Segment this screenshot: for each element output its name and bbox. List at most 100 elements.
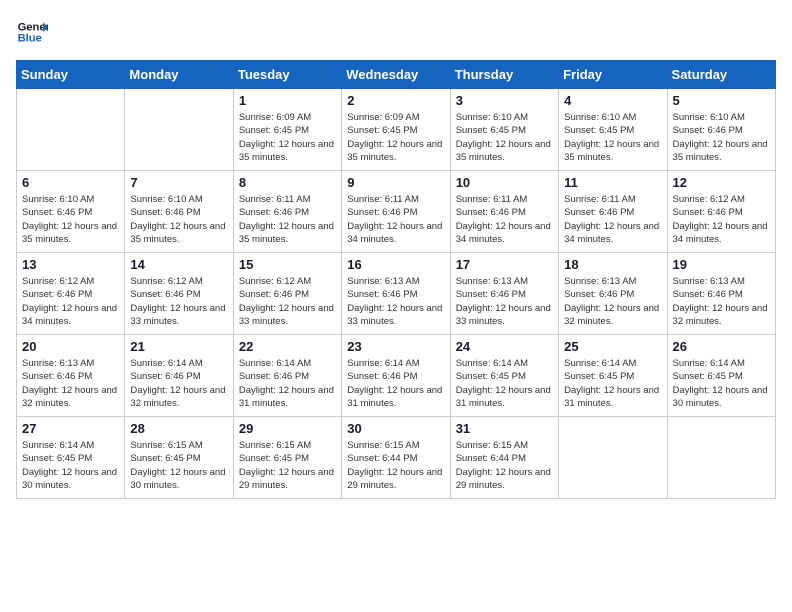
calendar-cell: 28 Sunrise: 6:15 AM Sunset: 6:45 PM Dayli…	[125, 417, 233, 499]
logo: General Blue	[16, 16, 48, 48]
day-info: Sunrise: 6:10 AM Sunset: 6:45 PM Dayligh…	[456, 111, 553, 164]
day-of-week-header: Friday	[559, 61, 667, 89]
day-of-week-header: Thursday	[450, 61, 558, 89]
calendar-cell: 21Sunrise: 6:14 AM Sunset: 6:46 PM Dayli…	[125, 335, 233, 417]
calendar-cell: 2 Sunrise: 6:09 AM Sunset: 6:45 PM Daylig…	[342, 89, 450, 171]
day-info: Sunrise: 6:10 AM Sunset: 6:46 PM Dayligh…	[22, 193, 119, 246]
calendar-cell: 20 Sunrise: 6:13 AM Sunset: 6:46 PM Dayli…	[17, 335, 125, 417]
page-header: General Blue	[16, 16, 776, 48]
calendar-cell: 1 Sunrise: 6:09 AM Sunset: 6:45 PM Daylig…	[233, 89, 341, 171]
calendar-week-row: 13 Sunrise: 6:12 AM Sunset: 6:46 PM Dayli…	[17, 253, 776, 335]
day-number: 7	[130, 175, 227, 190]
day-info: Sunrise: 6:14 AM Sunset: 6:45 PM Dayligh…	[456, 357, 553, 410]
day-number: 27	[22, 421, 119, 436]
calendar-cell: 16 Sunrise: 6:13 AM Sunset: 6:46 PM Dayli…	[342, 253, 450, 335]
day-number: 17	[456, 257, 553, 272]
day-number: 16	[347, 257, 444, 272]
day-info: Sunrise: 6:14 AM Sunset: 6:46 PM Dayligh…	[347, 357, 444, 410]
day-info: Sunrise: 6:14 AM Sunset: 6:45 PM Dayligh…	[22, 439, 119, 492]
calendar-cell: 5Sunrise: 6:10 AM Sunset: 6:46 PM Daylig…	[667, 89, 775, 171]
day-info: Sunrise: 6:13 AM Sunset: 6:46 PM Dayligh…	[564, 275, 661, 328]
calendar-cell: 25 Sunrise: 6:14 AM Sunset: 6:45 PM Dayli…	[559, 335, 667, 417]
calendar-cell: 9 Sunrise: 6:11 AM Sunset: 6:46 PM Daylig…	[342, 171, 450, 253]
calendar-week-row: 27 Sunrise: 6:14 AM Sunset: 6:45 PM Dayli…	[17, 417, 776, 499]
day-number: 2	[347, 93, 444, 108]
day-info: Sunrise: 6:14 AM Sunset: 6:45 PM Dayligh…	[564, 357, 661, 410]
calendar-cell: 10 Sunrise: 6:11 AM Sunset: 6:46 PM Dayli…	[450, 171, 558, 253]
calendar-cell: 7 Sunrise: 6:10 AM Sunset: 6:46 PM Daylig…	[125, 171, 233, 253]
calendar-cell: 6 Sunrise: 6:10 AM Sunset: 6:46 PM Daylig…	[17, 171, 125, 253]
day-of-week-header: Sunday	[17, 61, 125, 89]
day-number: 22	[239, 339, 336, 354]
day-info: Sunrise: 6:09 AM Sunset: 6:45 PM Dayligh…	[347, 111, 444, 164]
calendar-cell	[17, 89, 125, 171]
day-number: 29	[239, 421, 336, 436]
day-number: 20	[22, 339, 119, 354]
day-number: 6	[22, 175, 119, 190]
day-info: Sunrise: 6:14 AM Sunset: 6:45 PM Dayligh…	[673, 357, 770, 410]
day-number: 31	[456, 421, 553, 436]
day-info: Sunrise: 6:15 AM Sunset: 6:45 PM Dayligh…	[239, 439, 336, 492]
calendar-cell: 29 Sunrise: 6:15 AM Sunset: 6:45 PM Dayli…	[233, 417, 341, 499]
day-of-week-header: Monday	[125, 61, 233, 89]
calendar-cell: 31Sunrise: 6:15 AM Sunset: 6:44 PM Dayli…	[450, 417, 558, 499]
calendar-cell: 14 Sunrise: 6:12 AM Sunset: 6:46 PM Dayli…	[125, 253, 233, 335]
day-info: Sunrise: 6:11 AM Sunset: 6:46 PM Dayligh…	[347, 193, 444, 246]
calendar-cell: 22 Sunrise: 6:14 AM Sunset: 6:46 PM Dayli…	[233, 335, 341, 417]
calendar-cell	[125, 89, 233, 171]
day-number: 30	[347, 421, 444, 436]
calendar-cell: 8 Sunrise: 6:11 AM Sunset: 6:46 PM Daylig…	[233, 171, 341, 253]
calendar-cell: 27 Sunrise: 6:14 AM Sunset: 6:45 PM Dayli…	[17, 417, 125, 499]
calendar-cell: 11Sunrise: 6:11 AM Sunset: 6:46 PM Dayli…	[559, 171, 667, 253]
day-info: Sunrise: 6:12 AM Sunset: 6:46 PM Dayligh…	[673, 193, 770, 246]
day-number: 10	[456, 175, 553, 190]
calendar-cell: 18 Sunrise: 6:13 AM Sunset: 6:46 PM Dayli…	[559, 253, 667, 335]
day-info: Sunrise: 6:11 AM Sunset: 6:46 PM Dayligh…	[239, 193, 336, 246]
day-info: Sunrise: 6:14 AM Sunset: 6:46 PM Dayligh…	[130, 357, 227, 410]
svg-text:Blue: Blue	[18, 33, 42, 45]
calendar-cell: 19 Sunrise: 6:13 AM Sunset: 6:46 PM Dayli…	[667, 253, 775, 335]
day-number: 8	[239, 175, 336, 190]
calendar-week-row: 20 Sunrise: 6:13 AM Sunset: 6:46 PM Dayli…	[17, 335, 776, 417]
calendar-cell: 30 Sunrise: 6:15 AM Sunset: 6:44 PM Dayli…	[342, 417, 450, 499]
day-of-week-header: Saturday	[667, 61, 775, 89]
day-info: Sunrise: 6:15 AM Sunset: 6:44 PM Dayligh…	[347, 439, 444, 492]
calendar-cell: 24Sunrise: 6:14 AM Sunset: 6:45 PM Dayli…	[450, 335, 558, 417]
day-number: 19	[673, 257, 770, 272]
day-info: Sunrise: 6:13 AM Sunset: 6:46 PM Dayligh…	[347, 275, 444, 328]
calendar-table: SundayMondayTuesdayWednesdayThursdayFrid…	[16, 60, 776, 499]
day-info: Sunrise: 6:11 AM Sunset: 6:46 PM Dayligh…	[564, 193, 661, 246]
day-info: Sunrise: 6:11 AM Sunset: 6:46 PM Dayligh…	[456, 193, 553, 246]
day-number: 18	[564, 257, 661, 272]
calendar-header-row: SundayMondayTuesdayWednesdayThursdayFrid…	[17, 61, 776, 89]
calendar-cell: 15 Sunrise: 6:12 AM Sunset: 6:46 PM Dayli…	[233, 253, 341, 335]
day-number: 23	[347, 339, 444, 354]
day-info: Sunrise: 6:13 AM Sunset: 6:46 PM Dayligh…	[22, 357, 119, 410]
day-info: Sunrise: 6:13 AM Sunset: 6:46 PM Dayligh…	[673, 275, 770, 328]
calendar-cell: 12Sunrise: 6:12 AM Sunset: 6:46 PM Dayli…	[667, 171, 775, 253]
day-info: Sunrise: 6:10 AM Sunset: 6:46 PM Dayligh…	[130, 193, 227, 246]
day-number: 1	[239, 93, 336, 108]
day-number: 15	[239, 257, 336, 272]
calendar-cell: 3Sunrise: 6:10 AM Sunset: 6:45 PM Daylig…	[450, 89, 558, 171]
day-info: Sunrise: 6:09 AM Sunset: 6:45 PM Dayligh…	[239, 111, 336, 164]
day-number: 4	[564, 93, 661, 108]
calendar-cell	[667, 417, 775, 499]
calendar-week-row: 1 Sunrise: 6:09 AM Sunset: 6:45 PM Daylig…	[17, 89, 776, 171]
calendar-cell: 23 Sunrise: 6:14 AM Sunset: 6:46 PM Dayli…	[342, 335, 450, 417]
day-number: 9	[347, 175, 444, 190]
calendar-cell: 17 Sunrise: 6:13 AM Sunset: 6:46 PM Dayli…	[450, 253, 558, 335]
day-info: Sunrise: 6:13 AM Sunset: 6:46 PM Dayligh…	[456, 275, 553, 328]
day-number: 25	[564, 339, 661, 354]
day-of-week-header: Wednesday	[342, 61, 450, 89]
day-info: Sunrise: 6:14 AM Sunset: 6:46 PM Dayligh…	[239, 357, 336, 410]
calendar-cell: 4Sunrise: 6:10 AM Sunset: 6:45 PM Daylig…	[559, 89, 667, 171]
day-number: 13	[22, 257, 119, 272]
day-number: 14	[130, 257, 227, 272]
day-info: Sunrise: 6:12 AM Sunset: 6:46 PM Dayligh…	[130, 275, 227, 328]
day-number: 28	[130, 421, 227, 436]
calendar-cell	[559, 417, 667, 499]
day-info: Sunrise: 6:10 AM Sunset: 6:46 PM Dayligh…	[673, 111, 770, 164]
day-info: Sunrise: 6:15 AM Sunset: 6:45 PM Dayligh…	[130, 439, 227, 492]
day-info: Sunrise: 6:12 AM Sunset: 6:46 PM Dayligh…	[239, 275, 336, 328]
